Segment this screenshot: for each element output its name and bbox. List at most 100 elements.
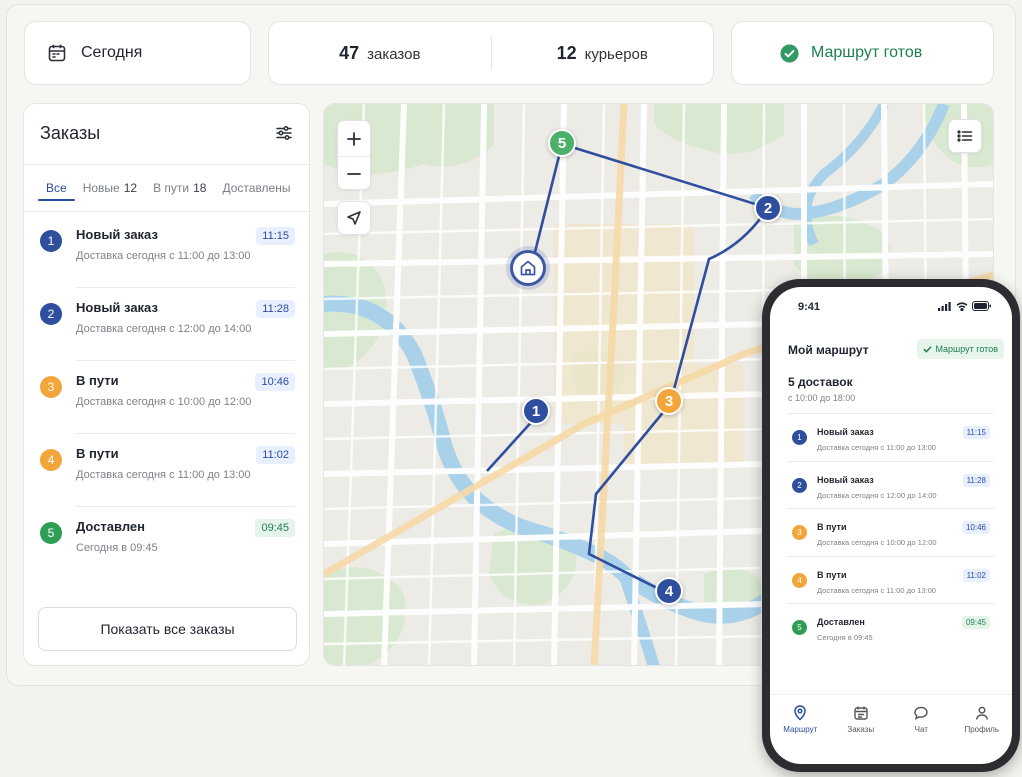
phone-tab-chat[interactable]: Чат <box>896 705 946 764</box>
orders-list: 1 Новый заказ Доставка сегодня с 11:00 до … <box>24 214 309 579</box>
phone-order-number-badge: 2 <box>792 477 807 493</box>
orders-panel: Заказы Все Новые 12 В пути 18 Доставлены 1… <box>23 103 310 666</box>
calendar-icon <box>853 705 869 721</box>
order-subtitle: Доставка сегодня с 12:00 до 14:00 <box>76 323 252 335</box>
couriers-stat: 12 курьеров <box>492 43 714 64</box>
phone-order-row[interactable]: 1 Новый заказ Доставка сегодня с 11:00 до … <box>788 413 994 461</box>
order-time-badge: 11:02 <box>256 446 295 464</box>
tab-delivered[interactable]: Доставлены <box>214 165 298 211</box>
phone-screen: 9:41 Мой маршрут Маршрут готов 5 доставо… <box>770 287 1012 764</box>
order-row[interactable]: 1 Новый заказ Доставка сегодня с 11:00 до … <box>24 214 309 287</box>
show-all-orders-button[interactable]: Показать все заказы <box>38 607 297 651</box>
order-number-badge: 2 <box>40 303 62 325</box>
order-number-badge: 1 <box>40 230 62 252</box>
phone-order-subtitle: Доставка сегодня с 10:00 до 12:00 <box>817 538 937 547</box>
phone-tab-profile[interactable]: Профиль <box>957 705 1007 764</box>
phone-order-title: В пути <box>817 522 847 532</box>
navigation-arrow-icon <box>346 210 362 226</box>
date-card[interactable]: Сегодня <box>24 21 251 85</box>
phone-route-status-label: Маршрут готов <box>935 344 998 354</box>
order-title: Новый заказ <box>76 227 158 242</box>
phone-tab-bar: Маршрут Заказы Чат Профиль <box>770 694 1012 764</box>
map-marker-5[interactable]: 5 <box>548 129 576 157</box>
check-icon <box>923 345 932 354</box>
order-subtitle: Доставка сегодня с 11:00 до 13:00 <box>76 469 251 481</box>
zoom-in-button[interactable] <box>338 121 370 156</box>
phone-order-subtitle: Доставка сегодня с 11:00 до 13:00 <box>817 585 936 595</box>
order-number-badge: 4 <box>40 449 62 471</box>
couriers-count: 12 <box>556 42 577 63</box>
phone-order-time-badge: 11:15 <box>962 426 990 439</box>
list-icon <box>957 128 973 144</box>
stats-card: 47 заказов 12 курьеров <box>268 21 714 85</box>
orders-label: заказов <box>367 45 421 63</box>
zoom-controls <box>337 120 371 190</box>
tab-all[interactable]: Все <box>38 165 75 211</box>
phone-time-range: с 10:00 до 18:00 <box>788 393 856 403</box>
order-subtitle: Доставка сегодня с 10:00 до 12:00 <box>76 396 252 408</box>
order-time-badge: 09:45 <box>255 519 295 537</box>
order-number-badge: 5 <box>40 522 62 544</box>
tab-in-transit[interactable]: В пути 18 <box>145 165 214 211</box>
phone-tab-route[interactable]: Маршрут <box>775 705 825 764</box>
zoom-out-button[interactable] <box>338 156 370 191</box>
calendar-icon <box>47 43 67 63</box>
date-label: Сегодня <box>81 44 143 61</box>
map-marker-3[interactable]: 3 <box>655 387 683 415</box>
locate-me-button[interactable] <box>337 201 371 235</box>
order-row[interactable]: 5 Доставлен Сегодня в 09:45 09:45 <box>24 506 309 579</box>
order-time-badge: 10:46 <box>255 373 295 391</box>
check-circle-icon <box>780 43 799 63</box>
map-list-button[interactable] <box>948 119 982 153</box>
order-title: В пути <box>76 446 119 461</box>
filter-icon[interactable] <box>275 124 293 142</box>
order-title: В пути <box>76 373 119 388</box>
phone-tab-orders[interactable]: Заказы <box>836 705 886 764</box>
order-row[interactable]: 3 В пути Доставка сегодня с 10:00 до 12:00… <box>24 360 309 433</box>
orders-tabs: Все Новые 12 В пути 18 Доставлены <box>24 164 309 212</box>
chat-icon <box>913 705 929 721</box>
order-row[interactable]: 2 Новый заказ Доставка сегодня с 12:00 до … <box>24 287 309 360</box>
phone-order-row[interactable]: 2 Новый заказ Доставка сегодня с 12:00 до … <box>788 460 994 509</box>
order-number-badge: 3 <box>40 376 62 398</box>
phone-orders-list: 1 Новый заказ Доставка сегодня с 11:00 до … <box>788 413 994 651</box>
map-marker-2[interactable]: 2 <box>754 194 782 222</box>
user-icon <box>974 705 990 721</box>
phone-deliveries-count: 5 доставок <box>788 375 853 389</box>
order-row[interactable]: 4 В пути Доставка сегодня с 11:00 до 13:00… <box>24 433 309 506</box>
phone-order-title: Доставлен <box>817 617 865 627</box>
phone-order-time-badge: 09:45 <box>961 616 990 629</box>
route-status-label: Маршрут готов <box>811 44 923 61</box>
phone-order-row[interactable]: 3 В пути Доставка сегодня с 10:00 до 12:00… <box>788 508 994 556</box>
phone-order-title: Новый заказ <box>817 474 874 485</box>
phone-order-title: Новый заказ <box>817 427 874 437</box>
warehouse-home-marker[interactable] <box>510 250 546 286</box>
phone-mockup: 9:41 Мой маршрут Маршрут готов 5 доставо… <box>762 279 1020 772</box>
signal-icon <box>938 301 952 311</box>
phone-order-number-badge: 4 <box>792 572 807 588</box>
phone-order-row[interactable]: 4 В пути Доставка сегодня с 11:00 до 13:00… <box>788 555 994 604</box>
orders-count: 47 <box>339 42 360 63</box>
phone-order-row[interactable]: 5 Доставлен Сегодня в 09:45 09:45 <box>788 603 994 651</box>
tab-new[interactable]: Новые 12 <box>75 165 145 211</box>
phone-order-time-badge: 11:02 <box>962 568 990 582</box>
phone-order-time-badge: 11:28 <box>962 473 990 487</box>
phone-title: Мой маршрут <box>788 343 869 357</box>
order-time-badge: 11:28 <box>256 300 295 318</box>
phone-order-subtitle: Сегодня в 09:45 <box>817 633 873 642</box>
home-icon <box>519 259 537 277</box>
map-marker-1[interactable]: 1 <box>522 397 550 425</box>
route-status-card: Маршрут готов <box>731 21 994 85</box>
couriers-label: курьеров <box>584 45 648 63</box>
orders-title: Заказы <box>40 123 101 143</box>
phone-order-number-badge: 1 <box>792 430 807 445</box>
order-title: Новый заказ <box>76 300 158 315</box>
orders-stat: 47 заказов <box>269 43 491 64</box>
status-time: 9:41 <box>798 301 821 313</box>
phone-order-title: В пути <box>817 569 847 580</box>
wifi-icon <box>956 301 968 311</box>
order-subtitle: Сегодня в 09:45 <box>76 542 158 554</box>
phone-order-number-badge: 5 <box>792 620 807 635</box>
route-pin-icon <box>792 705 808 721</box>
map-marker-4[interactable]: 4 <box>655 577 683 605</box>
